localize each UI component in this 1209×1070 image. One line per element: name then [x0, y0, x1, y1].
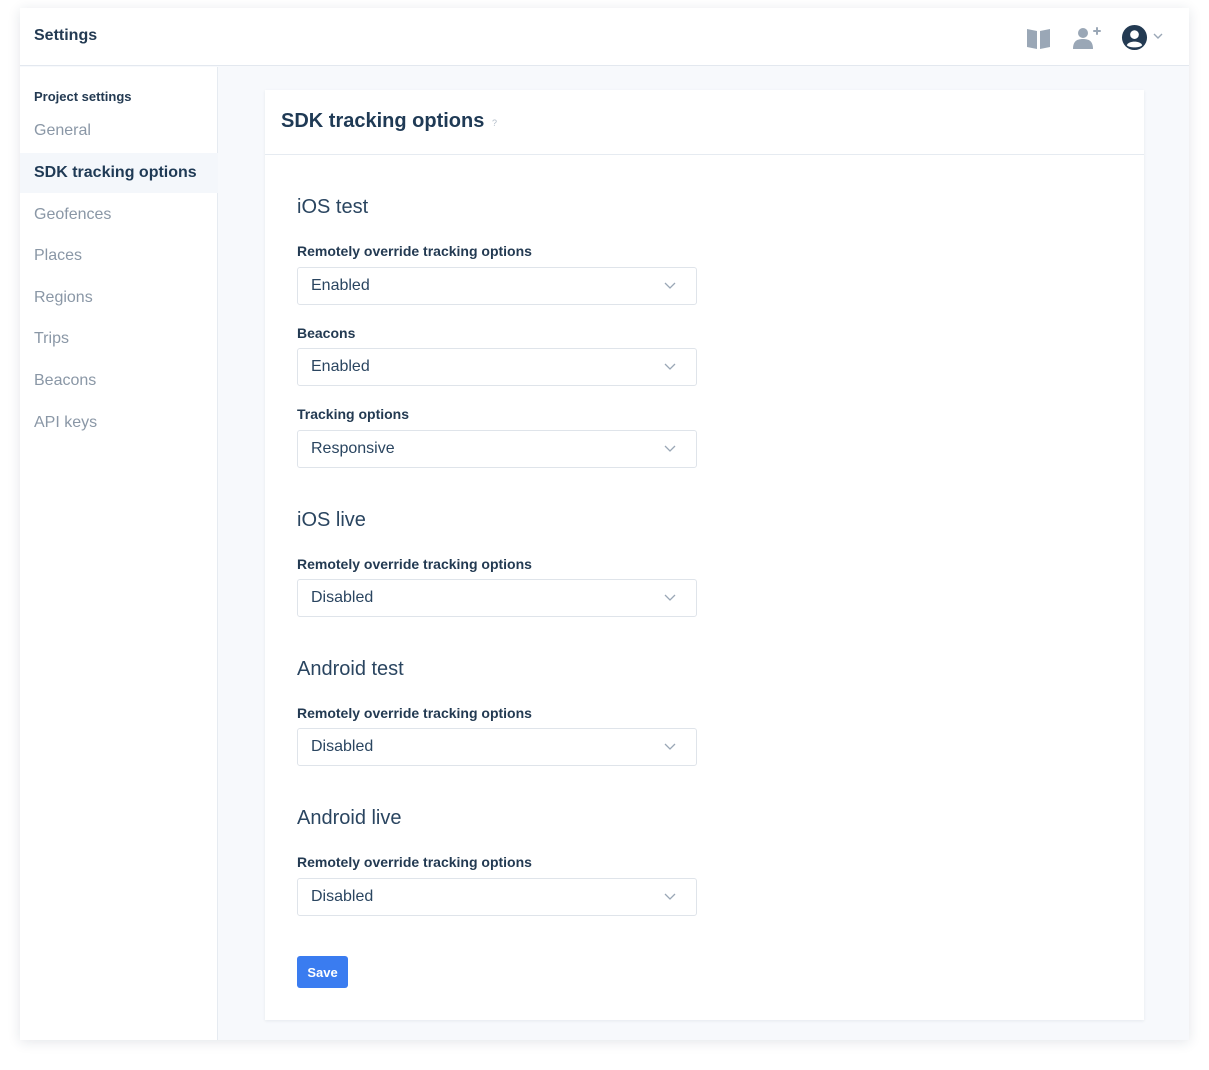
sidebar-section-title: Project settings: [34, 89, 132, 104]
field-label: Remotely override tracking options: [297, 243, 532, 259]
sidebar-item-places[interactable]: Places: [20, 236, 218, 276]
select-value: Disabled: [311, 589, 374, 606]
select-value: Enabled: [311, 277, 370, 294]
sidebar-item-api-keys[interactable]: API keys: [20, 403, 218, 443]
page-title: SDK tracking options: [281, 110, 485, 132]
android-test-override-select[interactable]: Disabled: [297, 728, 697, 766]
sidebar-item-sdk-tracking-options[interactable]: SDK tracking options: [20, 153, 218, 193]
select-value: Disabled: [311, 738, 374, 755]
top-bar: Settings: [20, 8, 1189, 66]
app-title: Settings: [34, 27, 98, 44]
help-icon[interactable]: ?: [492, 118, 497, 128]
chevron-down-icon: [664, 363, 676, 370]
ios-test-tracking-options-select[interactable]: Responsive: [297, 430, 697, 468]
select-value: Disabled: [311, 888, 374, 905]
sidebar-item-regions[interactable]: Regions: [20, 278, 218, 318]
android-live-override-select[interactable]: Disabled: [297, 878, 697, 916]
select-value: Responsive: [311, 440, 395, 457]
select-value: Enabled: [311, 358, 370, 375]
chevron-down-icon: [664, 282, 676, 289]
settings-card: SDK tracking options ? iOS test Remotely…: [265, 90, 1144, 1020]
sidebar-item-general[interactable]: General: [20, 111, 218, 151]
chevron-down-icon: [664, 893, 676, 900]
settings-window: Settings Project settings General SDK tr…: [20, 8, 1189, 1040]
section-title-android-live: Android live: [297, 807, 402, 829]
sidebar: Project settings General SDK tracking op…: [20, 67, 218, 1040]
add-user-icon[interactable]: [1072, 26, 1102, 50]
ios-live-override-select[interactable]: Disabled: [297, 579, 697, 617]
section-title-ios-test: iOS test: [297, 196, 369, 218]
account-icon[interactable]: [1121, 24, 1148, 51]
chevron-down-icon[interactable]: [1153, 33, 1163, 40]
chevron-down-icon: [664, 445, 676, 452]
card-header: SDK tracking options ?: [265, 90, 1144, 155]
field-label: Remotely override tracking options: [297, 556, 532, 572]
book-icon[interactable]: [1026, 26, 1052, 50]
field-label: Remotely override tracking options: [297, 705, 532, 721]
section-title-ios-live: iOS live: [297, 509, 366, 531]
chevron-down-icon: [664, 594, 676, 601]
ios-test-beacons-select[interactable]: Enabled: [297, 348, 697, 386]
field-label: Remotely override tracking options: [297, 854, 532, 870]
section-title-android-test: Android test: [297, 658, 404, 680]
chevron-down-icon: [664, 743, 676, 750]
field-label: Beacons: [297, 325, 356, 341]
save-button[interactable]: Save: [297, 956, 348, 988]
field-label: Tracking options: [297, 406, 410, 422]
sidebar-item-trips[interactable]: Trips: [20, 319, 218, 359]
ios-test-override-select[interactable]: Enabled: [297, 267, 697, 305]
sidebar-item-geofences[interactable]: Geofences: [20, 195, 218, 235]
sidebar-item-beacons[interactable]: Beacons: [20, 361, 218, 401]
